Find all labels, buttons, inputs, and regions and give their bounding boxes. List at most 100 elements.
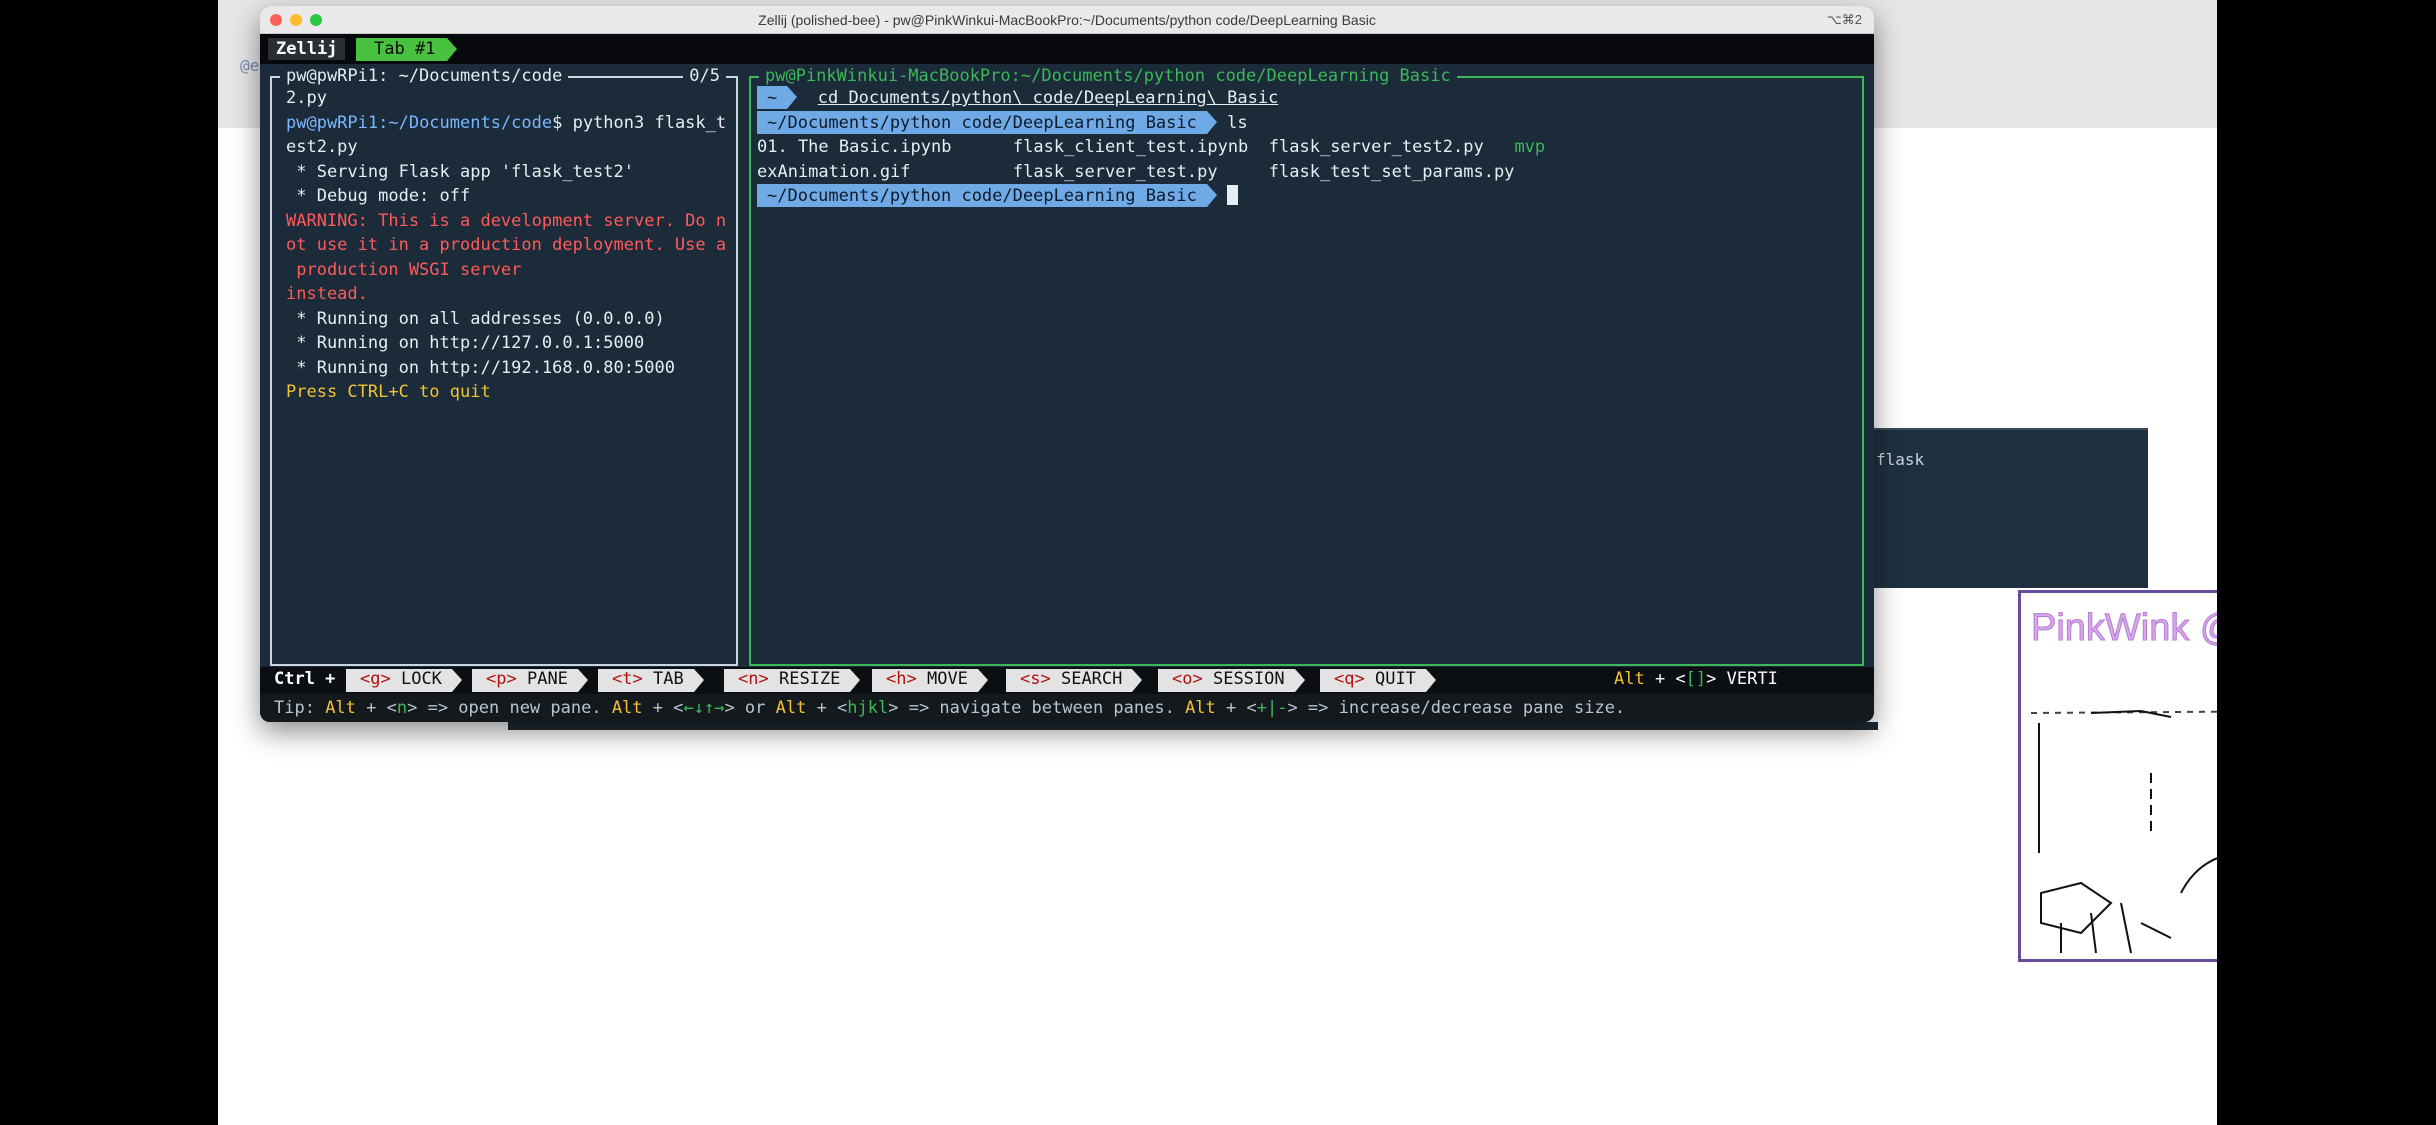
- file-entry: exAnimation.gif: [757, 161, 911, 182]
- terminal-line: * Running on http://127.0.0.1:5000: [286, 333, 645, 353]
- tip-part: + <: [806, 698, 848, 718]
- right-pane-output: ~ cd Documents/python\ code/DeepLearning…: [757, 86, 1545, 209]
- tip-part: > or: [724, 698, 776, 718]
- left-terminal-pane[interactable]: pw@pwRPi1: ~/Documents/code 0/5 2.py pw@p…: [270, 66, 738, 666]
- tip-alt: Alt: [1185, 698, 1216, 718]
- mode-label: QUIT: [1374, 669, 1416, 689]
- prompt-path-segment: ~/Documents/python code/DeepLearning Bas…: [757, 110, 1207, 134]
- mode-session-button[interactable]: <o> SESSION: [1158, 669, 1305, 692]
- terminal-line: pw@pwRPi1:~/Documents/code$ python3 flas…: [286, 111, 746, 136]
- terminal-line: * Running on http://192.168.0.80:5000: [286, 357, 675, 378]
- alt-end: >: [1706, 669, 1717, 689]
- mode-label: RESIZE: [778, 669, 841, 689]
- mode-key: <n>: [738, 669, 769, 689]
- mode-quit-button[interactable]: <q> QUIT: [1320, 669, 1436, 692]
- window-title: Zellij (polished-bee) - pw@PinkWinkui-Ma…: [758, 12, 1376, 28]
- alt-shortcut-hint: Alt + <[]> VERTI: [1614, 669, 1778, 689]
- terminal-line: * Debug mode: off: [286, 186, 471, 206]
- webcam-overlay: PinkWink @ PinkLAB: [2018, 590, 2217, 962]
- terminal-line: * Running on all addresses (0.0.0.0): [286, 308, 665, 329]
- mode-lock-button[interactable]: <g> LOCK: [346, 669, 462, 692]
- directory-entry: mvp: [1514, 137, 1546, 157]
- mode-key: <h>: [886, 669, 917, 689]
- mode-pane-button[interactable]: <p> PANE: [472, 669, 588, 692]
- tip-part: + <: [1215, 698, 1257, 718]
- mode-key: <s>: [1020, 669, 1051, 689]
- vertical-mode-label: VERTI: [1726, 669, 1778, 689]
- background-text-fragment: @e: [240, 56, 260, 75]
- alt-mid: + <: [1644, 669, 1686, 689]
- tip-text: Tip: Alt + <n> => open new pane. Alt + <…: [274, 698, 1625, 718]
- left-pane-scroll-count: 0/5: [683, 66, 726, 86]
- mode-tab-button[interactable]: <t> TAB: [598, 669, 704, 692]
- prompt-path-segment: ~/Documents/python code/DeepLearning Bas…: [757, 184, 1207, 207]
- tip-key: n: [396, 698, 408, 718]
- tip-part: > => navigate between panes.: [888, 698, 1186, 718]
- command-text: cd Documents/python\ code/DeepLearning\ …: [817, 88, 1279, 108]
- warning-line: instead.: [286, 284, 368, 304]
- pane-area: pw@pwRPi1: ~/Documents/code 0/5 2.py pw@p…: [260, 64, 1874, 667]
- tip-part: > => increase/decrease pane size.: [1287, 698, 1626, 718]
- window-shortcut: ⌥⌘2: [1826, 12, 1862, 27]
- mode-search-button[interactable]: <s> SEARCH: [1006, 669, 1143, 692]
- prompt-path: :~/Documents/code: [378, 112, 553, 133]
- tip-part: > => open new pane.: [407, 698, 612, 718]
- mode-key: <g>: [360, 669, 391, 689]
- prompt-user: pw@pwRPi1: [286, 112, 379, 133]
- mode-move-button[interactable]: <h> MOVE: [872, 669, 988, 692]
- file-entry: flask_server_test.py: [1012, 161, 1218, 182]
- tip-key: ←↓↑→: [683, 698, 725, 718]
- tip-prefix: Tip:: [274, 698, 326, 718]
- warning-line: ot use it in a production deployment. Us…: [286, 235, 727, 255]
- terminal-window: Zellij (polished-bee) - pw@PinkWinkui-Ma…: [260, 6, 1874, 722]
- alt-label: Alt: [1614, 669, 1645, 689]
- tip-part: + <: [642, 698, 684, 718]
- mode-key: <o>: [1172, 669, 1203, 689]
- background-window-text: flask: [1876, 450, 1925, 469]
- prompt-arrow-icon: [787, 86, 798, 109]
- file-entry: 01. The Basic.ipynb: [757, 137, 952, 157]
- webcam-sketch-image: [2030, 709, 2217, 954]
- tip-part: + <: [355, 698, 397, 718]
- zellij-tab-bar: Zellij Tab #1: [260, 34, 1874, 64]
- warning-line: WARNING: This is a development server. D…: [286, 210, 727, 231]
- mode-key: <t>: [612, 669, 643, 689]
- zellij-status-bar: Ctrl + <g> LOCK <p> PANE <t> TAB <n> RES…: [260, 667, 1874, 694]
- terminal-line: Press CTRL+C to quit: [286, 382, 491, 402]
- right-pane-title: pw@PinkWinkui-MacBookPro:~/Documents/pyt…: [759, 66, 1457, 86]
- mode-label: TAB: [652, 669, 684, 689]
- prompt-path-segment: ~: [757, 86, 788, 109]
- command-text: ls: [1227, 112, 1248, 133]
- command-text: $ python3 flask_t: [552, 112, 727, 133]
- mode-label: PANE: [526, 669, 568, 689]
- tip-alt: Alt: [775, 698, 807, 718]
- terminal-line: ~ cd Documents/python\ code/DeepLearning…: [757, 86, 1545, 111]
- mode-label: MOVE: [926, 669, 968, 689]
- window-titlebar[interactable]: Zellij (polished-bee) - pw@PinkWinkui-Ma…: [260, 6, 1874, 34]
- background-terminal-window[interactable]: flask: [1874, 428, 2148, 588]
- left-pane-title: pw@pwRPi1: ~/Documents/code: [280, 66, 569, 86]
- file-entry: flask_test_set_params.py: [1268, 161, 1515, 182]
- tip-key: hjkl: [847, 698, 889, 718]
- tab-1[interactable]: Tab #1: [356, 38, 458, 61]
- warning-line: production WSGI server: [286, 259, 522, 280]
- mode-key: <q>: [1334, 669, 1365, 689]
- tip-alt: Alt: [325, 698, 356, 718]
- terminal-line: ~/Documents/python code/DeepLearning Bas…: [757, 184, 1545, 209]
- text-cursor[interactable]: [1226, 185, 1238, 205]
- file-entry: flask_client_test.ipynb: [1012, 137, 1249, 157]
- mode-resize-button[interactable]: <n> RESIZE: [724, 669, 861, 692]
- prompt-arrow-icon: [1206, 184, 1217, 207]
- right-terminal-pane[interactable]: pw@PinkWinkui-MacBookPro:~/Documents/pyt…: [749, 66, 1864, 666]
- app-name: Zellij: [268, 38, 346, 60]
- mode-label: SESSION: [1212, 669, 1285, 689]
- mode-key: <p>: [486, 669, 517, 689]
- file-entry: flask_server_test2.py: [1268, 137, 1484, 157]
- mode-label: SEARCH: [1060, 669, 1123, 689]
- tip-bar: Tip: Alt + <n> => open new pane. Alt + <…: [260, 694, 1874, 722]
- file-list-row: exAnimation.gif flask_server_test.py fla…: [757, 160, 1545, 185]
- tip-alt: Alt: [611, 698, 643, 718]
- file-list-row: 01. The Basic.ipynb flask_client_test.ip…: [757, 135, 1545, 160]
- terminal-line: est2.py: [286, 137, 358, 157]
- mode-label: LOCK: [400, 669, 442, 689]
